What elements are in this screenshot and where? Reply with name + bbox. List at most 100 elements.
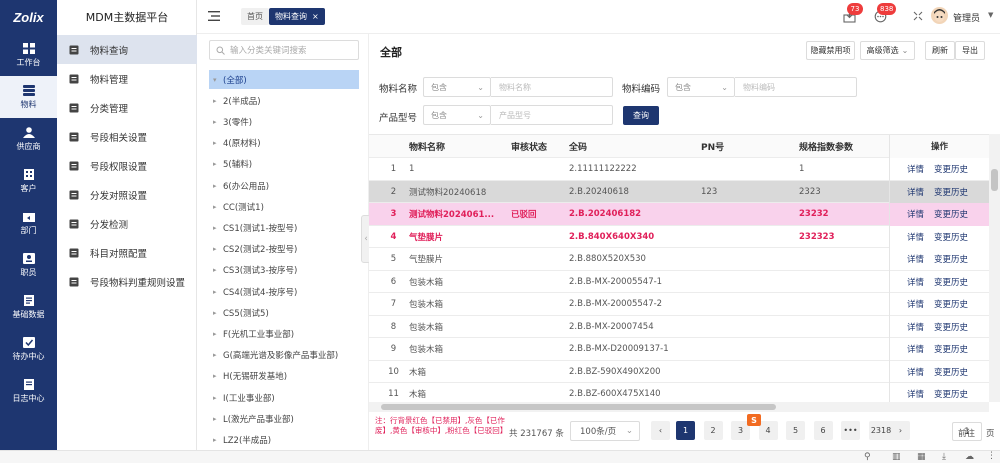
caret-right-icon[interactable]: ▸ bbox=[213, 309, 223, 317]
detail-link[interactable]: 详情 bbox=[907, 366, 924, 378]
rail-item[interactable]: 职员 bbox=[0, 244, 57, 286]
rail-item[interactable]: 日志中心 bbox=[0, 370, 57, 412]
rail-item[interactable]: 供应商 bbox=[0, 118, 57, 160]
menu-item[interactable]: 分发检测 bbox=[57, 209, 197, 238]
rail-item[interactable]: 客户 bbox=[0, 160, 57, 202]
grid-icon[interactable]: ▦ bbox=[917, 452, 926, 462]
table-row[interactable]: 4 气垫膜片 2.B.840X640X340 232323 详情 变更历史 bbox=[369, 225, 989, 248]
more-icon[interactable]: ⋮ bbox=[987, 451, 996, 461]
avatar[interactable] bbox=[931, 7, 948, 24]
caret-right-icon[interactable]: ▸ bbox=[213, 330, 223, 338]
detail-link[interactable]: 详情 bbox=[907, 343, 924, 355]
caret-right-icon[interactable]: ▸ bbox=[213, 182, 223, 190]
detail-link[interactable]: 详情 bbox=[907, 231, 924, 243]
tree-node[interactable]: ▸ CS5(测试5) bbox=[209, 303, 359, 322]
change-history-link[interactable]: 变更历史 bbox=[934, 253, 968, 265]
detail-link[interactable]: 详情 bbox=[907, 388, 924, 400]
table-row[interactable]: 10 木箱 2.B.BZ-590X490X200 详情 变更历史 bbox=[369, 360, 989, 383]
download-icon[interactable]: ⤓ bbox=[942, 452, 946, 462]
table-vertical-scrollbar[interactable] bbox=[989, 134, 1000, 402]
caret-right-icon[interactable]: ▸ bbox=[213, 97, 223, 105]
change-history-link[interactable]: 变更历史 bbox=[934, 186, 968, 198]
table-row[interactable]: 7 包装木箱 2.B.B-MX-20005547-2 详情 变更历史 bbox=[369, 293, 989, 316]
menu-item[interactable]: 号段权限设置 bbox=[57, 151, 197, 180]
scroll-thumb[interactable] bbox=[991, 169, 998, 191]
tree-node[interactable]: ▸ 3(零件) bbox=[209, 112, 359, 131]
next-page-button[interactable]: › bbox=[891, 421, 910, 440]
page-button[interactable]: 2318 bbox=[868, 421, 894, 440]
chevron-down-icon[interactable]: ▼ bbox=[988, 11, 993, 19]
tree-node[interactable]: ▸ 5(辅料) bbox=[209, 155, 359, 174]
caret-right-icon[interactable]: ▸ bbox=[213, 203, 223, 211]
menu-item[interactable]: 分发对照设置 bbox=[57, 180, 197, 209]
caret-right-icon[interactable]: ▸ bbox=[213, 436, 223, 444]
page-size-select[interactable]: 100条/页 ⌄ bbox=[570, 421, 640, 441]
tree-node[interactable]: ▸ CC(测试1) bbox=[209, 197, 359, 216]
caret-right-icon[interactable]: ▸ bbox=[213, 415, 223, 423]
tab-home[interactable]: 首页 bbox=[241, 8, 269, 25]
menu-toggle-icon[interactable] bbox=[208, 11, 220, 21]
change-history-link[interactable]: 变更历史 bbox=[934, 321, 968, 333]
caret-right-icon[interactable]: ▸ bbox=[213, 118, 223, 126]
page-button[interactable]: 2 bbox=[703, 421, 723, 440]
prev-page-button[interactable]: ‹ bbox=[651, 421, 670, 440]
category-search-input[interactable]: 输入分类关键词搜索 bbox=[209, 40, 359, 60]
detail-link[interactable]: 详情 bbox=[907, 276, 924, 288]
table-row[interactable]: 11 木箱 2.B.BZ-600X475X140 详情 变更历史 bbox=[369, 383, 989, 402]
detail-link[interactable]: 详情 bbox=[907, 298, 924, 310]
change-history-link[interactable]: 变更历史 bbox=[934, 298, 968, 310]
change-history-link[interactable]: 变更历史 bbox=[934, 343, 968, 355]
tree-node[interactable]: ▾ (全部) bbox=[209, 70, 359, 89]
export-button[interactable]: 导出 bbox=[955, 41, 985, 60]
table-horizontal-scrollbar[interactable] bbox=[369, 402, 989, 412]
rocket-icon[interactable]: ⚲ bbox=[864, 452, 871, 462]
query-button[interactable]: 查询 bbox=[623, 106, 659, 125]
goto-page-field[interactable]: 1 bbox=[952, 422, 982, 441]
page-button[interactable]: 4 bbox=[758, 421, 778, 440]
user-name[interactable]: 管理员 bbox=[953, 11, 980, 24]
menu-item[interactable]: 物料管理 bbox=[57, 64, 197, 93]
menu-item[interactable]: 科目对照配置 bbox=[57, 238, 197, 267]
hide-disabled-button[interactable]: 隐藏禁用项 bbox=[806, 41, 855, 60]
table-row[interactable]: 2 测试物料20240618 2.B.20240618 123 2323 详情 变更历史 bbox=[369, 180, 989, 203]
page-button[interactable]: 1 bbox=[676, 421, 695, 440]
page-button[interactable]: 5 bbox=[786, 421, 805, 440]
table-row[interactable]: 9 包装木箱 2.B.B-MX-D20009137-1 详情 变更历史 bbox=[369, 338, 989, 361]
caret-right-icon[interactable]: ▸ bbox=[213, 351, 223, 359]
detail-link[interactable]: 详情 bbox=[907, 163, 924, 175]
tree-node[interactable]: ▸ 2(半成品) bbox=[209, 91, 359, 110]
caret-right-icon[interactable]: ▸ bbox=[213, 394, 223, 402]
tree-node[interactable]: ▸ F(光机工业事业部) bbox=[209, 324, 359, 343]
caret-right-icon[interactable]: ▸ bbox=[213, 224, 223, 232]
rail-item[interactable]: 部门 bbox=[0, 202, 57, 244]
detail-link[interactable]: 详情 bbox=[907, 186, 924, 198]
rail-item[interactable]: 物料 bbox=[0, 76, 57, 118]
menu-item[interactable]: 分类管理 bbox=[57, 93, 197, 122]
tree-node[interactable]: ▸ LZ2(半成品) bbox=[209, 430, 359, 449]
tree-node[interactable]: ▸ G(高端光谱及影像产品事业部) bbox=[209, 346, 359, 365]
detail-link[interactable]: 详情 bbox=[907, 208, 924, 220]
caret-right-icon[interactable]: ▸ bbox=[213, 372, 223, 380]
change-history-link[interactable]: 变更历史 bbox=[934, 388, 968, 400]
detail-link[interactable]: 详情 bbox=[907, 253, 924, 265]
cloud-icon[interactable]: ☁ bbox=[965, 452, 974, 462]
product-model-input[interactable]: 产品型号 bbox=[491, 105, 613, 125]
caret-right-icon[interactable]: ▸ bbox=[213, 139, 223, 147]
floating-widget-icon[interactable]: S bbox=[747, 414, 761, 426]
rail-item[interactable]: 待办中心 bbox=[0, 328, 57, 370]
material-code-input[interactable]: 物料编码 bbox=[735, 77, 857, 97]
material-code-operator[interactable]: 包含 ⌄ bbox=[667, 77, 735, 97]
tree-node[interactable]: ▸ I(工业事业部) bbox=[209, 388, 359, 407]
change-history-link[interactable]: 变更历史 bbox=[934, 366, 968, 378]
tree-node[interactable]: ▸ H(无锡研发基地) bbox=[209, 367, 359, 386]
caret-right-icon[interactable]: ▾ bbox=[213, 76, 223, 84]
detail-link[interactable]: 详情 bbox=[907, 321, 924, 333]
table-row[interactable]: 3 测试物料2024061... 已驳回 2.B.202406182 23232 详情 变更… bbox=[369, 203, 989, 226]
material-name-input[interactable]: 物料名称 bbox=[491, 77, 613, 97]
change-history-link[interactable]: 变更历史 bbox=[934, 231, 968, 243]
menu-item[interactable]: 号段相关设置 bbox=[57, 122, 197, 151]
tree-node[interactable]: ▸ CS4(测试4-按序号) bbox=[209, 282, 359, 301]
page-button[interactable]: ••• bbox=[841, 421, 860, 440]
tree-node[interactable]: ▸ CS1(测试1-按型号) bbox=[209, 218, 359, 237]
caret-right-icon[interactable]: ▸ bbox=[213, 288, 223, 296]
